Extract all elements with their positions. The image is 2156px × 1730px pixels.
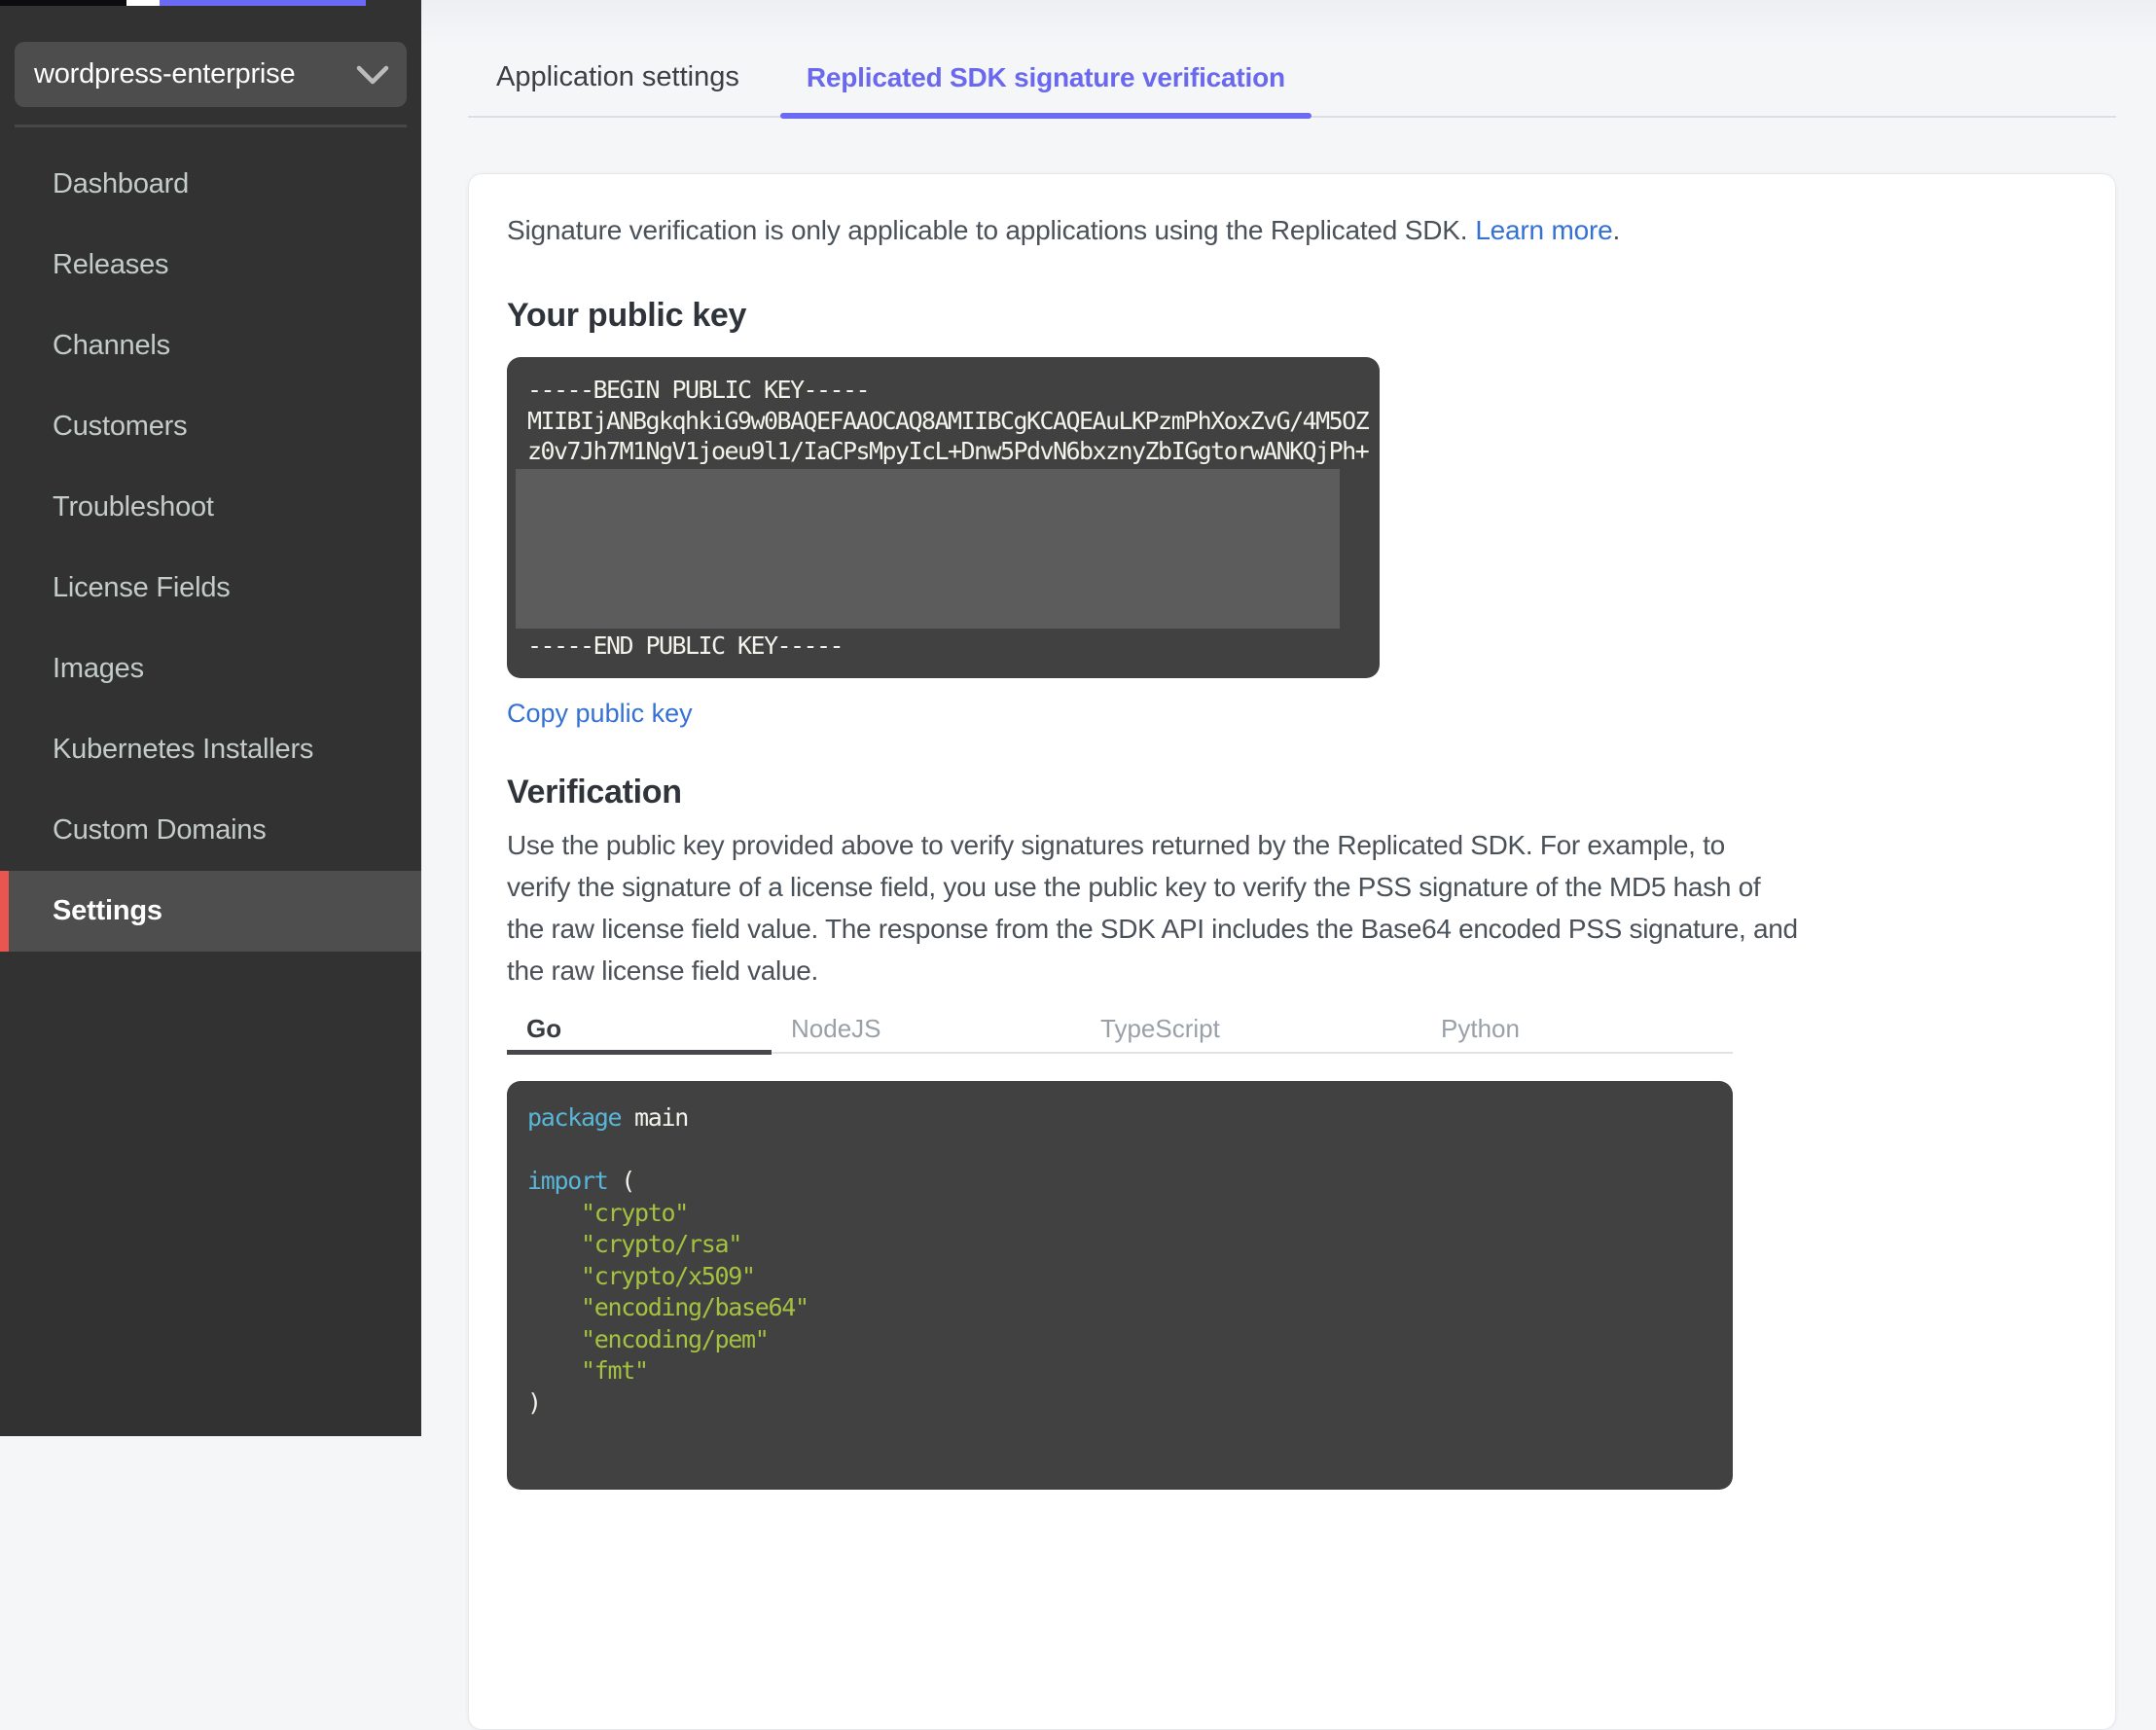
sidebar-nav: Dashboard Releases Channels Customers Tr… bbox=[0, 144, 421, 952]
settings-tab-bar: Application settings Replicated SDK sign… bbox=[468, 0, 2116, 119]
lang-tab-nodejs[interactable]: NodeJS bbox=[772, 1005, 1081, 1052]
code-line: "fmt" bbox=[581, 1356, 649, 1385]
public-key-redacted-overlay bbox=[516, 468, 1340, 629]
sidebar-item-custom-domains[interactable]: Custom Domains bbox=[0, 790, 421, 871]
code-line: "crypto/rsa" bbox=[581, 1230, 742, 1258]
app-selector[interactable]: wordpress-enterprise bbox=[15, 42, 407, 107]
public-key-section-title: Your public key bbox=[507, 297, 747, 334]
code-line: "encoding/base64" bbox=[581, 1293, 809, 1321]
copy-public-key-link[interactable]: Copy public key bbox=[507, 698, 693, 729]
pem-end-line: -----END PUBLIC KEY----- bbox=[527, 631, 844, 660]
sidebar-item-license-fields[interactable]: License Fields bbox=[0, 548, 421, 629]
code-line: import ( bbox=[527, 1167, 635, 1195]
public-key-code-block: -----BEGIN PUBLIC KEY----- MIIBIjANBgkqh… bbox=[507, 357, 1380, 678]
chrome-sliver-light-segment bbox=[126, 0, 160, 6]
chrome-sliver-dark-segment bbox=[0, 0, 126, 6]
description-line: the raw license field value. The respons… bbox=[507, 914, 1798, 944]
chevron-down-icon bbox=[356, 65, 389, 84]
lang-tab-typescript[interactable]: TypeScript bbox=[1081, 1005, 1421, 1052]
intro-period: . bbox=[1612, 215, 1621, 245]
code-line: "crypto" bbox=[581, 1198, 689, 1227]
sidebar-item-kubernetes-installers[interactable]: Kubernetes Installers bbox=[0, 709, 421, 790]
sidebar-item-releases[interactable]: Releases bbox=[0, 225, 421, 306]
intro-sentence: Signature verification is only applicabl… bbox=[507, 215, 1468, 245]
language-tab-bar: Go NodeJS TypeScript Python bbox=[507, 1005, 1733, 1055]
sidebar-item-troubleshoot[interactable]: Troubleshoot bbox=[0, 467, 421, 548]
description-line: the raw license field value. bbox=[507, 955, 818, 986]
pem-key-line: z0v7Jh7M1NgV1joeu9l1/IaCPsMpyIcL+Dnw5Pdv… bbox=[527, 437, 1370, 465]
sidebar: wordpress-enterprise Dashboard Releases … bbox=[0, 0, 421, 1436]
sidebar-item-channels[interactable]: Channels bbox=[0, 306, 421, 386]
description-line: Use the public key provided above to ver… bbox=[507, 830, 1725, 860]
intro-text: Signature verification is only applicabl… bbox=[507, 209, 2077, 252]
sidebar-divider bbox=[15, 125, 407, 127]
code-line: "crypto/x509" bbox=[581, 1261, 756, 1290]
lang-tab-python[interactable]: Python bbox=[1421, 1005, 1733, 1052]
browser-chrome-sliver bbox=[0, 0, 2156, 6]
app-selector-value: wordpress-enterprise bbox=[34, 58, 296, 90]
pem-key-line: MIIBIjANBgkqhkiG9w0BAQEFAAOCAQ8AMIIBCgKC… bbox=[527, 406, 1370, 435]
tab-application-settings[interactable]: Application settings bbox=[470, 62, 766, 116]
go-code-block: package main import ( "crypto" "crypto/r… bbox=[507, 1081, 1733, 1490]
learn-more-link[interactable]: Learn more bbox=[1475, 215, 1612, 245]
pem-begin-line: -----BEGIN PUBLIC KEY----- bbox=[527, 376, 871, 404]
sidebar-item-settings[interactable]: Settings bbox=[0, 871, 421, 952]
lang-tab-go[interactable]: Go bbox=[507, 1005, 772, 1055]
sidebar-item-dashboard[interactable]: Dashboard bbox=[0, 144, 421, 225]
main-content: Application settings Replicated SDK sign… bbox=[421, 0, 2156, 1730]
sidebar-item-images[interactable]: Images bbox=[0, 629, 421, 709]
verification-section-title: Verification bbox=[507, 774, 682, 811]
signature-verification-card: Signature verification is only applicabl… bbox=[468, 173, 2116, 1730]
verification-description: Use the public key provided above to ver… bbox=[507, 824, 2077, 991]
code-line: "encoding/pem" bbox=[581, 1324, 770, 1353]
chrome-sliver-active-tab-segment bbox=[160, 0, 366, 6]
code-line: package main bbox=[527, 1103, 689, 1132]
sidebar-item-customers[interactable]: Customers bbox=[0, 386, 421, 467]
tab-replicated-sdk-signature-verification[interactable]: Replicated SDK signature verification bbox=[779, 62, 1312, 119]
app-root: wordpress-enterprise Dashboard Releases … bbox=[0, 0, 2156, 1730]
code-line: ) bbox=[527, 1388, 542, 1417]
description-line: verify the signature of a license field,… bbox=[507, 872, 1761, 902]
